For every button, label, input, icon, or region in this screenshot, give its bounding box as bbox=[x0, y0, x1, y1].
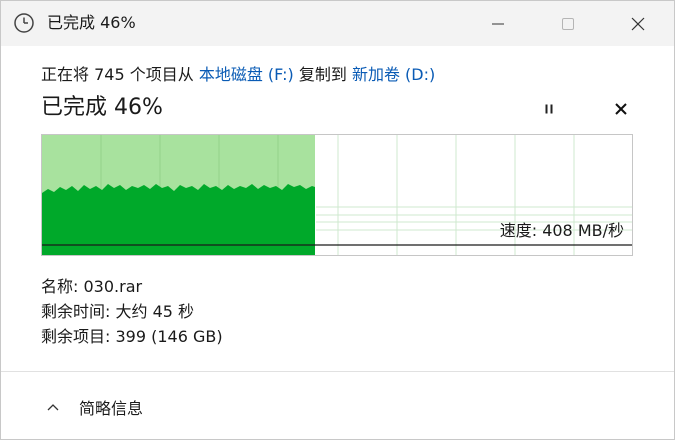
cancel-button[interactable] bbox=[609, 97, 633, 121]
detail-name-row: 名称: 030.rar bbox=[41, 274, 223, 299]
maximize-icon bbox=[562, 17, 574, 30]
transfer-details: 名称: 030.rar 剩余时间: 大约 45 秒 剩余项目: 399 (146… bbox=[41, 274, 223, 349]
name-value: 030.rar bbox=[83, 277, 143, 296]
minimize-button[interactable] bbox=[475, 1, 521, 46]
detail-time-row: 剩余时间: 大约 45 秒 bbox=[41, 299, 223, 324]
pause-icon bbox=[545, 104, 553, 114]
destination-drive-link[interactable]: 新加卷 (D:) bbox=[352, 65, 435, 84]
close-button[interactable] bbox=[615, 1, 661, 46]
speed-label: 速度: 408 MB/秒 bbox=[499, 221, 624, 240]
close-icon bbox=[631, 17, 645, 30]
transfer-speed-graph: 速度: 408 MB/秒 bbox=[41, 134, 633, 256]
pause-button[interactable] bbox=[537, 97, 561, 121]
footer-divider bbox=[1, 371, 674, 372]
clock-icon bbox=[13, 12, 35, 34]
copy-progress-window: 已完成 46% 正在将 745 个项目从 本地磁盘 (F:) 复制到 新加卷 (… bbox=[0, 0, 675, 440]
items-remaining-label: 剩余项目: bbox=[41, 327, 111, 346]
title-bar[interactable]: 已完成 46% bbox=[1, 1, 674, 46]
items-remaining-value: 399 (146 GB) bbox=[115, 327, 223, 346]
speed-area bbox=[42, 184, 315, 255]
name-label: 名称: bbox=[41, 277, 79, 296]
detail-items-row: 剩余项目: 399 (146 GB) bbox=[41, 324, 223, 349]
source-drive-link[interactable]: 本地磁盘 (F:) bbox=[199, 65, 294, 84]
cancel-x-icon bbox=[615, 103, 627, 115]
minimize-icon bbox=[492, 23, 504, 24]
progress-status: 已完成 46% bbox=[41, 95, 163, 120]
time-remaining-value: 大约 45 秒 bbox=[115, 302, 195, 321]
copy-summary: 正在将 745 个项目从 本地磁盘 (F:) 复制到 新加卷 (D:) bbox=[41, 65, 435, 85]
fewer-details-label: 简略信息 bbox=[79, 399, 144, 418]
summary-prefix: 正在将 745 个项目从 bbox=[41, 65, 194, 84]
fewer-details-toggle[interactable]: 简略信息 bbox=[45, 395, 143, 419]
summary-middle: 复制到 bbox=[298, 65, 347, 84]
time-remaining-label: 剩余时间: bbox=[41, 302, 111, 321]
maximize-button bbox=[545, 1, 591, 46]
chevron-up-icon bbox=[45, 399, 61, 415]
window-title: 已完成 46% bbox=[47, 13, 136, 32]
